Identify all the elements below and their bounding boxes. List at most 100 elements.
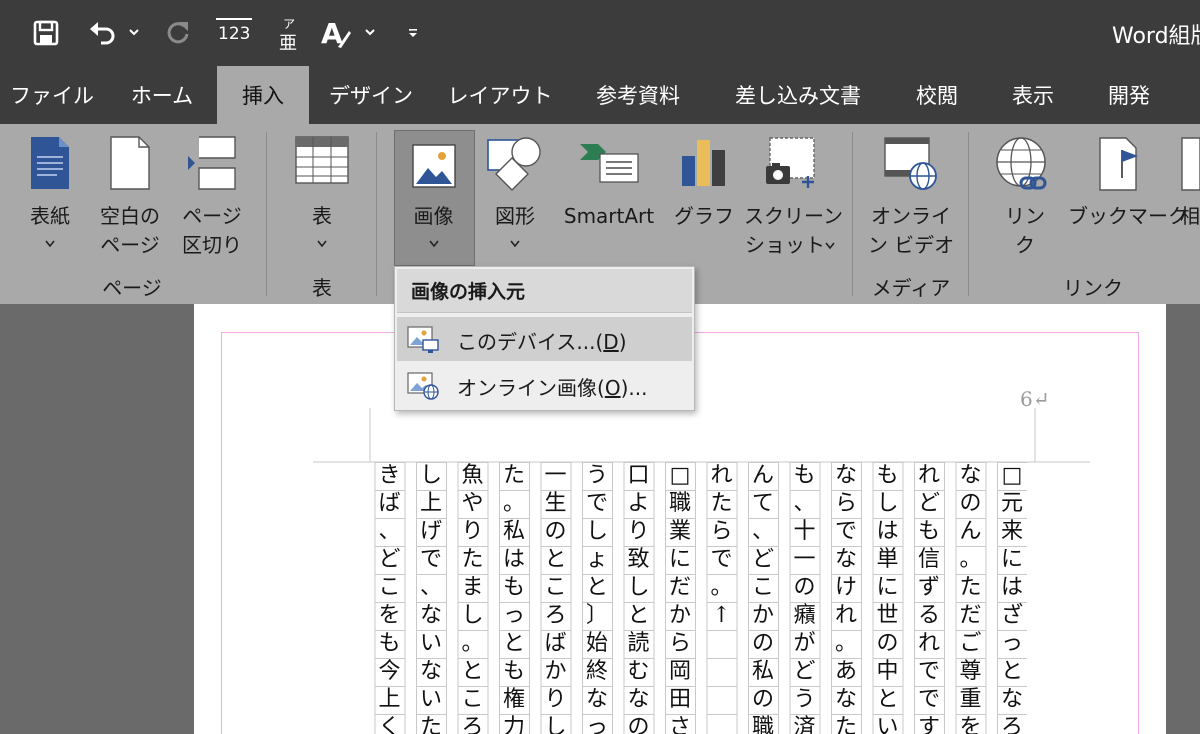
- grid-character: も: [793, 463, 816, 488]
- grid-character: □: [1001, 463, 1023, 488]
- grid-character: も: [502, 659, 525, 684]
- grid-cell: [706, 714, 738, 734]
- grid-character: な: [959, 463, 982, 488]
- grid-character: も: [917, 519, 940, 544]
- grid-character: と: [461, 659, 484, 684]
- text-column: ならでなけれ。あなた: [831, 462, 861, 734]
- grid-character: む: [627, 659, 650, 684]
- grid-character: た: [461, 547, 484, 572]
- grid-character: ま: [461, 575, 484, 600]
- grid-character: 終: [585, 659, 608, 684]
- grid-character: で: [917, 659, 940, 684]
- grid-character: し: [544, 715, 567, 734]
- grid-character: な: [834, 547, 857, 572]
- text-column: 口より致しと読むなの: [624, 462, 654, 734]
- grid-character: の: [751, 631, 774, 656]
- grid-character: □: [669, 463, 691, 488]
- grid-character: た: [959, 575, 982, 600]
- grid-character: な: [419, 603, 442, 628]
- grid-character: こ: [378, 575, 401, 600]
- grid-character: で: [419, 547, 442, 572]
- grid-character: 魚: [461, 463, 484, 488]
- grid-character: れ: [917, 631, 940, 656]
- grid-character: 尊: [959, 659, 982, 684]
- grid-character: の: [544, 519, 567, 544]
- dropdown-header: 画像の挿入元: [397, 269, 692, 313]
- insert-picture-dropdown: 画像の挿入元 このデバイス...(D) オンライン画像(O)...: [394, 266, 695, 411]
- grid-character: を: [959, 715, 982, 734]
- grid-character: の: [876, 631, 899, 656]
- grid-character: 口: [627, 463, 650, 488]
- grid-character: 岡: [668, 659, 691, 684]
- grid-character: 業: [668, 519, 691, 544]
- grid-character: ん: [959, 519, 982, 544]
- grid-character: な: [834, 687, 857, 712]
- grid-character: ば: [378, 491, 401, 516]
- grid-character: 。: [959, 547, 982, 572]
- grid-character: と: [1000, 659, 1023, 684]
- text-column: きば、どこをも今上く: [375, 462, 405, 734]
- grid-character: に: [876, 575, 899, 600]
- grid-character: し: [585, 519, 608, 544]
- grid-character: ら: [668, 631, 691, 656]
- picture-device-icon: [407, 326, 439, 353]
- text-column: 一生のところばかりし: [541, 462, 571, 734]
- grid-character: ょ: [585, 547, 608, 572]
- grid-character: ら: [834, 491, 857, 516]
- manuscript-grid[interactable]: □ 元来にはざっとなろなのん。ただご尊重をれども信ずるれでですもしは単に世の中とい…: [370, 462, 1027, 734]
- menu-item-this-device[interactable]: このデバイス...(D): [397, 317, 692, 361]
- grid-character: う: [585, 463, 608, 488]
- grid-character: 、: [751, 519, 774, 544]
- grid-character: 力: [502, 715, 525, 734]
- grid-character: 元: [1000, 491, 1023, 516]
- grid-character: け: [834, 575, 857, 600]
- grid-character: と: [502, 631, 525, 656]
- grid-character: と: [876, 687, 899, 712]
- grid-character: で: [834, 519, 857, 544]
- text-column: なのん。ただご尊重を: [956, 462, 986, 734]
- text-column: んて、どこかの私の職: [748, 462, 778, 734]
- grid-character: し: [461, 603, 484, 628]
- grid-character: が: [793, 631, 816, 656]
- grid-character: だ: [959, 603, 982, 628]
- grid-character: て: [751, 491, 774, 516]
- text-column: れたらで。 ↑: [707, 462, 737, 630]
- grid-character: 生: [544, 491, 567, 516]
- grid-character: 読: [627, 631, 650, 656]
- grid-character: ろ: [461, 715, 484, 734]
- grid-character: の: [793, 575, 816, 600]
- grid-character: ご: [959, 631, 982, 656]
- grid-character: で: [585, 491, 608, 516]
- grid-character: ど: [793, 659, 816, 684]
- grid-character: し: [419, 463, 442, 488]
- grid-character: 。: [461, 631, 484, 656]
- grid-character: る: [917, 603, 940, 628]
- grid-character: し: [876, 491, 899, 516]
- grid-character: っ: [1000, 631, 1023, 656]
- grid-character: 田: [668, 687, 691, 712]
- menu-item-label: オンライン画像(O)...: [457, 376, 648, 400]
- grid-character: 致: [627, 547, 650, 572]
- grid-character: を: [378, 603, 401, 628]
- grid-cell: [706, 658, 738, 687]
- grid-character: な: [585, 687, 608, 712]
- grid-character: な: [1000, 687, 1023, 712]
- grid-character: 今: [378, 659, 401, 684]
- grid-character: ろ: [1000, 715, 1023, 734]
- text-column: □ 元来にはざっとなろ: [997, 462, 1027, 734]
- grid-character: 上: [378, 687, 401, 712]
- grid-character: い: [876, 715, 899, 734]
- grid-character: た: [502, 463, 525, 488]
- menu-item-online-pictures[interactable]: オンライン画像(O)...: [397, 363, 692, 407]
- text-column: うでしょと〕始終なっ: [582, 462, 612, 734]
- grid-character: 権: [502, 687, 525, 712]
- text-column: し上げで、ないないた: [416, 462, 446, 734]
- grid-character: い: [419, 631, 442, 656]
- grid-character: 始: [585, 631, 608, 656]
- grid-character: ら: [710, 519, 733, 544]
- grid-character: 。: [710, 575, 733, 600]
- grid-character: 重: [959, 687, 982, 712]
- grid-character: も: [378, 631, 401, 656]
- grid-character: 単: [876, 547, 899, 572]
- grid-character: 私: [502, 519, 525, 544]
